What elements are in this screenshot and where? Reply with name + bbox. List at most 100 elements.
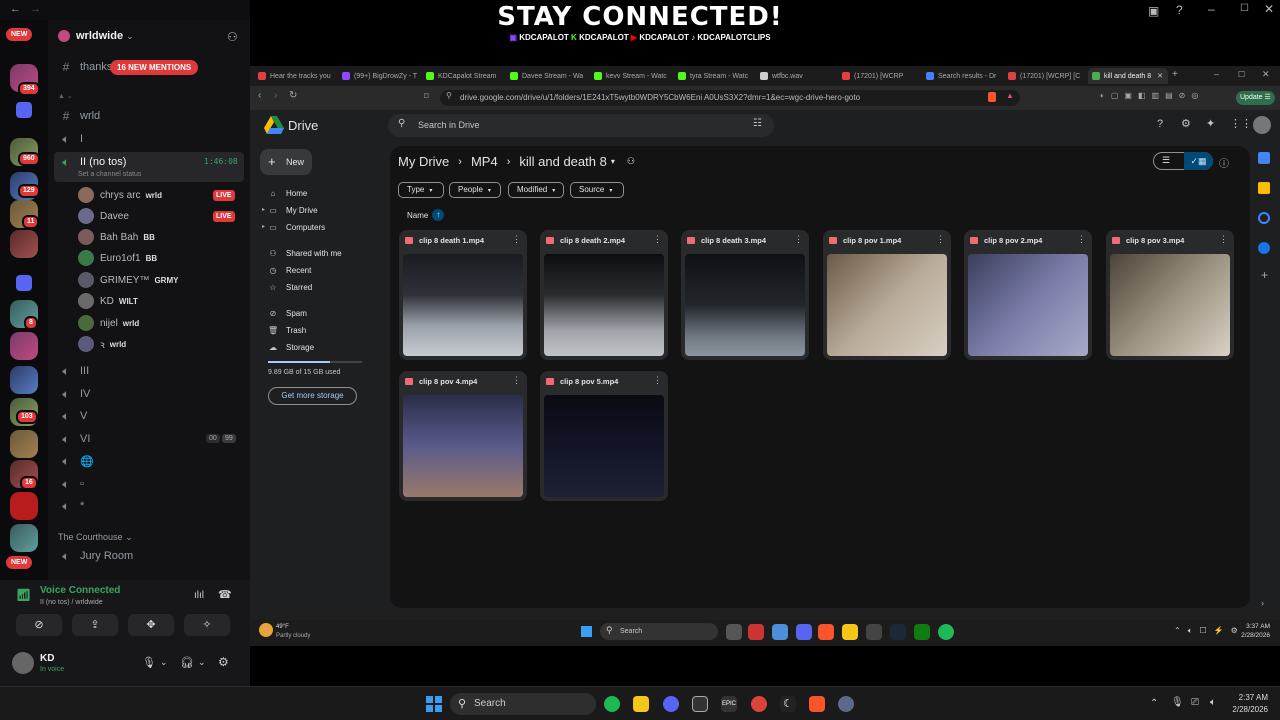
channel-voice-star[interactable]: 🔈︎ * [58, 496, 84, 516]
file-card[interactable]: clip 8 death 3.mp4 ⋮ [681, 230, 809, 360]
file-card[interactable]: clip 8 pov 4.mp4 ⋮ [399, 371, 527, 501]
help-icon[interactable]: ? [1157, 118, 1163, 130]
voice-member[interactable]: ꝛ wrld [78, 334, 126, 354]
chevron-right-icon[interactable]: ▸ [262, 206, 265, 213]
file-card[interactable]: clip 8 pov 1.mp4 ⋮ [823, 230, 951, 360]
server-folder-icon[interactable] [16, 275, 32, 291]
new-tab-icon[interactable]: + [1172, 69, 1178, 80]
channel-voice-1[interactable]: 🔈︎ I [58, 129, 83, 149]
task-view-icon[interactable] [726, 624, 742, 640]
voice-connected-label[interactable]: Voice Connected [40, 585, 120, 596]
url-bar[interactable]: drive.google.com/drive/u/1/folders/1E241… [440, 90, 1020, 106]
weather-icon[interactable] [259, 623, 273, 637]
server-header[interactable]: wrldwide ⌄ [58, 30, 134, 42]
steam-icon[interactable] [890, 624, 906, 640]
contacts-icon[interactable] [1258, 242, 1270, 254]
file-card[interactable]: clip 8 pov 3.mp4 ⋮ [1106, 230, 1234, 360]
site-info-icon[interactable]: ⚲ [446, 91, 452, 100]
search-icon[interactable]: ⚲ [398, 118, 405, 129]
folder-icon[interactable] [633, 696, 649, 712]
channel-voice-4[interactable]: 🔈︎ IV [58, 384, 90, 404]
windows-start-icon[interactable] [426, 696, 442, 712]
nav-item-home[interactable]: Home [286, 189, 307, 198]
chevron-up-icon[interactable]: ⌃ [1150, 698, 1158, 709]
activities-button[interactable]: ✥ [128, 614, 174, 636]
voice-member[interactable]: GRIMEY™ GRMY [78, 270, 178, 290]
browser-tab[interactable]: Search results - Dr [922, 68, 1002, 84]
back-arrow-icon[interactable]: ‹ [258, 90, 261, 101]
browser-tab[interactable]: (17201) [WCRP] [C [1004, 68, 1084, 84]
collapse-icon[interactable]: ▲ ⌄ [58, 92, 73, 100]
server-icon[interactable] [10, 230, 38, 258]
nav-item-shared-with-me[interactable]: Shared with me [286, 249, 342, 258]
channel-voice-3[interactable]: 🔈︎ III [58, 361, 89, 381]
filter-chip-source[interactable]: Source ▾ [570, 182, 624, 198]
browser-tab[interactable]: (17201) [WCRP [838, 68, 918, 84]
minimize-icon[interactable]: – [1214, 69, 1219, 79]
keep-icon[interactable] [1258, 182, 1270, 194]
folder-icon[interactable] [842, 624, 858, 640]
discord-icon[interactable] [663, 696, 679, 712]
more-options-icon[interactable]: ⋮ [653, 375, 662, 386]
calendar-icon[interactable] [1258, 152, 1270, 164]
avatar[interactable] [12, 652, 34, 674]
soundboard-button[interactable]: ✧ [184, 614, 230, 636]
xbox-icon[interactable] [914, 624, 930, 640]
voice-member[interactable]: Bah Bah BB [78, 227, 155, 247]
channel-voice-square[interactable]: 🔈︎ ▫ [58, 474, 84, 494]
discord-icon[interactable] [796, 624, 812, 640]
browser-tab[interactable]: (99+) BigDrowZy - T [338, 68, 418, 84]
category-courthouse[interactable]: The Courthouse ⌄ [58, 532, 133, 543]
tray-icons[interactable]: ⌃🔈︎☐⚡⚙ [1174, 626, 1245, 636]
forward-arrow-icon[interactable]: → [30, 3, 41, 15]
app-icon[interactable] [866, 624, 882, 640]
nav-item-my-drive[interactable]: My Drive [286, 206, 318, 215]
captured-search-box[interactable]: Search [600, 623, 718, 640]
disconnect-icon[interactable]: ☎︎ [218, 588, 232, 601]
channel-wrld[interactable]: # wrld [58, 106, 101, 126]
update-button[interactable]: Update ☰ [1236, 91, 1275, 105]
minimize-icon[interactable]: – [1208, 2, 1215, 16]
voice-member[interactable]: chrys arc wrld [78, 185, 162, 205]
nav-item-computers[interactable]: Computers [286, 223, 325, 232]
back-arrow-icon[interactable]: ← [10, 3, 21, 15]
more-options-icon[interactable]: ⋮ [1219, 234, 1228, 245]
browser-tab[interactable]: kill and death 8 ✕ [1088, 68, 1168, 84]
spotify-icon[interactable] [938, 624, 954, 640]
epic-games-icon[interactable]: EPIC [721, 696, 737, 712]
settings-app-icon[interactable] [838, 696, 854, 712]
taskbar-search-box[interactable]: Search [450, 693, 596, 715]
maximize-icon[interactable]: ☐ [1240, 3, 1249, 14]
filter-chip-type[interactable]: Type ▾ [398, 182, 444, 198]
server-folder-icon[interactable] [16, 102, 32, 118]
channel-status-hint[interactable]: Set a channel status [78, 171, 141, 178]
voice-member[interactable]: KD WILT [78, 291, 138, 311]
more-options-icon[interactable]: ⋮ [512, 375, 521, 386]
app-icon[interactable] [748, 624, 764, 640]
network-icon[interactable]: ⎚ [1191, 697, 1199, 708]
maximize-icon[interactable]: ☐ [1238, 70, 1245, 79]
screenshare-button[interactable]: ⇪ [72, 614, 118, 636]
brave-icon[interactable] [809, 696, 825, 712]
gear-icon[interactable]: ⚙︎ [1181, 117, 1191, 130]
breadcrumb-item[interactable]: My Drive [398, 154, 449, 169]
nav-item-recent[interactable]: Recent [286, 266, 311, 275]
help-icon[interactable]: ? [1176, 3, 1183, 17]
voice-channel-path[interactable]: II (no tos) / wrldwide [40, 599, 103, 606]
list-view-icon[interactable]: ☰ [1162, 155, 1170, 166]
new-mentions-pill[interactable]: 16 NEW MENTIONS [110, 60, 199, 75]
channel-voice-5[interactable]: 🔈︎ V [58, 406, 87, 426]
chevron-right-icon[interactable]: ▸ [262, 223, 265, 230]
search-options-icon[interactable]: ☷ [753, 118, 762, 129]
filter-chip-modified[interactable]: Modified ▾ [508, 182, 564, 198]
apps-grid-icon[interactable]: ⋮⋮ [1230, 117, 1252, 130]
file-card[interactable]: clip 8 death 1.mp4 ⋮ [399, 230, 527, 360]
noise-suppression-icon[interactable]: ılıl [194, 590, 204, 601]
rewards-icon[interactable]: ▲ [1006, 91, 1014, 100]
browser-tab[interactable]: Davee Stream - Wa [506, 68, 586, 84]
arrow-up-icon[interactable]: ↑ [432, 209, 445, 221]
browser-tab[interactable]: KDCapalot Stream [422, 68, 502, 84]
drive-search-input[interactable]: Search in Drive [388, 114, 774, 137]
file-card[interactable]: clip 8 pov 5.mp4 ⋮ [540, 371, 668, 501]
drive-logo-icon[interactable] [264, 116, 284, 134]
